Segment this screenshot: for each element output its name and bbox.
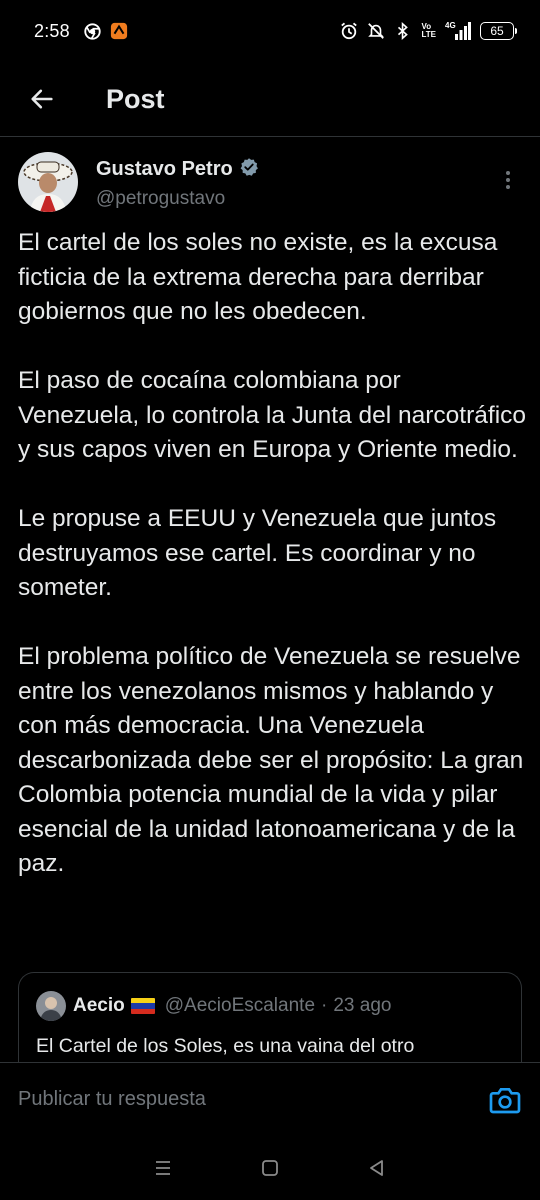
reply-input[interactable]: Publicar tu respuesta — [18, 1088, 488, 1111]
menu-lines-icon — [156, 1161, 171, 1175]
post-paragraph: El cartel de los soles no existe, es la … — [18, 229, 498, 325]
post-paragraph: El paso de cocaína colombiana por Venezu… — [18, 367, 527, 463]
post-paragraph: Le propuse a EEUU y Venezuela que juntos… — [18, 505, 497, 601]
bluetooth-icon — [394, 22, 412, 40]
quote-text: El Cartel de los Soles, es una vaina del… — [36, 1035, 415, 1057]
author-display-name[interactable]: Gustavo Petro — [96, 158, 233, 181]
more-vertical-icon — [506, 171, 510, 175]
status-time: 2:58 — [34, 20, 70, 41]
home-square-icon — [262, 1160, 278, 1176]
triangle-back-icon — [369, 1160, 383, 1176]
recent-apps-button[interactable] — [143, 1148, 183, 1188]
camera-button[interactable] — [488, 1083, 522, 1117]
quote-author-handle: @AecioEscalante — [164, 995, 316, 1016]
mute-bell-icon — [367, 22, 385, 40]
battery-indicator: 65 — [480, 22, 517, 40]
quoted-post[interactable]: Aecio @AecioEscalante · 23 ago El Cartel… — [18, 972, 522, 1062]
verified-badge-icon — [239, 157, 259, 182]
app-notification-icon — [110, 22, 128, 40]
post-paragraph: El problema político de Venezuela se res… — [18, 643, 524, 877]
volte-label: Vo LTE — [421, 22, 436, 39]
quote-timestamp: 23 ago — [333, 995, 392, 1016]
post-author: Gustavo Petro @petrogustavo — [18, 152, 522, 218]
status-bar: 2:58 Vo LTE 4G 65 — [0, 0, 540, 62]
post-text: El cartel de los soles no existe, es la … — [18, 226, 528, 882]
alarm-icon — [340, 22, 358, 40]
avatar[interactable] — [18, 152, 78, 212]
separator-dot: · — [321, 995, 328, 1016]
more-options-button[interactable] — [496, 160, 520, 200]
arrow-left-icon — [31, 89, 53, 109]
venezuela-flag-icon — [130, 998, 155, 1014]
system-navigation-bar — [0, 1136, 540, 1200]
signal-icon: 4G — [445, 21, 471, 40]
page-title: Post — [106, 83, 165, 114]
quote-author-name: Aecio — [73, 995, 125, 1016]
camera-icon — [489, 1087, 521, 1113]
home-button[interactable] — [250, 1148, 290, 1188]
back-nav-button[interactable] — [357, 1148, 397, 1188]
reply-composer: Publicar tu respuesta — [0, 1062, 540, 1136]
chrome-icon — [84, 22, 102, 40]
quote-avatar — [36, 991, 66, 1021]
top-app-bar: Post — [0, 62, 540, 137]
back-button[interactable] — [18, 75, 66, 123]
author-handle[interactable]: @petrogustavo — [96, 188, 259, 210]
